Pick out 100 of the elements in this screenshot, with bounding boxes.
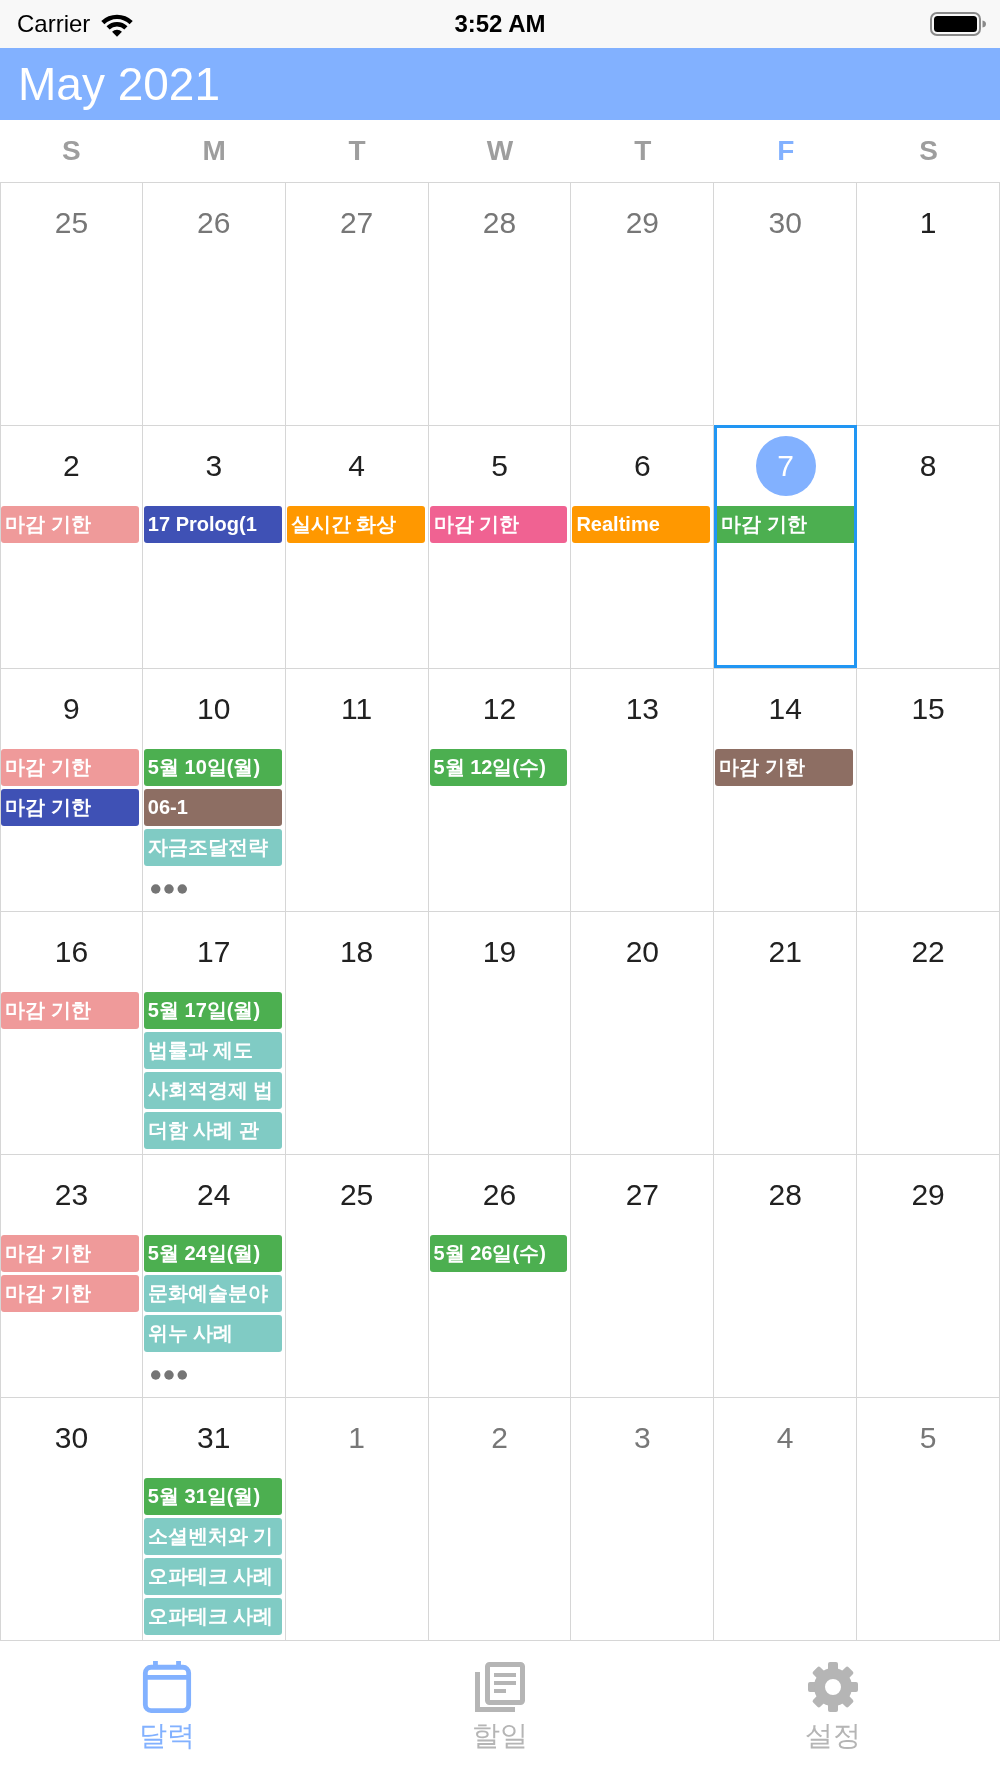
carrier-name: Carrier bbox=[17, 10, 91, 38]
weekday-label: S bbox=[62, 137, 81, 165]
day-cell[interactable]: 22 bbox=[857, 911, 1000, 1154]
day-number: 14 bbox=[767, 691, 803, 727]
day-cell[interactable]: 17 5월 17일(월) 법률과 제도 사회적경제 법 더함 사례 관 bbox=[142, 911, 286, 1154]
day-number: 25 bbox=[338, 1177, 375, 1213]
day-cell[interactable]: 11 bbox=[285, 668, 429, 911]
event-bar[interactable]: 5월 17일(월) bbox=[143, 992, 282, 1029]
day-cell[interactable]: 3 bbox=[571, 1397, 715, 1640]
day-number: 3 bbox=[633, 1420, 652, 1456]
weekday-label: T bbox=[348, 137, 366, 165]
ellipsis-icon[interactable] bbox=[150, 884, 187, 894]
day-cell[interactable]: 8 bbox=[857, 425, 1000, 668]
day-cell[interactable]: 30 bbox=[0, 1397, 143, 1640]
day-number: 24 bbox=[196, 1177, 232, 1213]
day-cell[interactable]: 28 bbox=[714, 1154, 858, 1397]
day-cell[interactable]: 13 bbox=[571, 668, 715, 911]
day-cell[interactable]: 3 17 Prolog(1 bbox=[142, 425, 286, 668]
day-number: 13 bbox=[624, 691, 661, 727]
day-number: 27 bbox=[338, 205, 375, 241]
day-cell[interactable]: 20 bbox=[571, 911, 715, 1154]
day-number: 25 bbox=[53, 205, 90, 241]
day-cell[interactable]: 18 bbox=[285, 911, 429, 1154]
day-number: 8 bbox=[918, 448, 938, 484]
day-number: 27 bbox=[624, 1177, 661, 1213]
status-time: 3:52 AM bbox=[454, 10, 546, 38]
day-number: 29 bbox=[910, 1177, 946, 1213]
day-cell[interactable]: 10 5월 10일(월) 06-1 자금조달전략 bbox=[142, 668, 286, 911]
day-number: 7 bbox=[755, 436, 816, 496]
day-cell[interactable]: 14 마감 기한 bbox=[714, 668, 858, 911]
day-number: 22 bbox=[910, 934, 946, 970]
event-bar[interactable]: 06-1 bbox=[143, 789, 282, 826]
day-number: 15 bbox=[910, 691, 946, 727]
day-number: 26 bbox=[481, 1177, 518, 1213]
day-number: 4 bbox=[347, 448, 366, 484]
event-bar[interactable]: 5월 12일(수) bbox=[429, 749, 568, 786]
battery-icon bbox=[930, 12, 986, 36]
day-number: 1 bbox=[347, 1420, 366, 1456]
day-number: 19 bbox=[481, 934, 518, 970]
day-cell[interactable]: 29 bbox=[571, 182, 715, 425]
day-cell[interactable]: 15 bbox=[857, 668, 1000, 911]
ellipsis-icon[interactable] bbox=[150, 1370, 187, 1380]
day-number: 20 bbox=[624, 934, 661, 970]
day-cell[interactable]: 27 bbox=[285, 182, 429, 425]
day-number: 28 bbox=[767, 1177, 803, 1213]
day-cell[interactable]: 5 마감 기한 bbox=[428, 425, 572, 668]
settings-gear-icon bbox=[808, 1661, 859, 1713]
day-number: 29 bbox=[624, 205, 661, 241]
weekday-label: F bbox=[777, 137, 795, 165]
day-number: 5 bbox=[490, 448, 509, 484]
event-bar[interactable]: 5월 10일(월) bbox=[143, 749, 282, 786]
day-number: 26 bbox=[196, 205, 232, 241]
event-bar[interactable]: 5월 26일(수) bbox=[429, 1235, 568, 1272]
day-number: 2 bbox=[62, 448, 81, 484]
day-cell[interactable]: 1 bbox=[285, 1397, 429, 1640]
day-cell[interactable]: 2 bbox=[428, 1397, 572, 1640]
day-cell[interactable]: 26 bbox=[142, 182, 286, 425]
event-bar[interactable]: 5월 24일(월) bbox=[143, 1235, 282, 1272]
day-number: 11 bbox=[340, 691, 374, 727]
day-cell[interactable]: 16 마감 기한 bbox=[0, 911, 143, 1154]
day-cell[interactable]: 2 마감 기한 bbox=[0, 425, 143, 668]
day-cell[interactable]: 25 bbox=[0, 182, 143, 425]
event-bar[interactable]: 마감 기한 bbox=[429, 506, 568, 543]
day-number: 21 bbox=[767, 934, 803, 970]
weekday-label: S bbox=[919, 137, 938, 165]
day-number: 2 bbox=[490, 1420, 509, 1456]
day-cell[interactable]: 29 bbox=[857, 1154, 1000, 1397]
day-cell[interactable]: 30 bbox=[714, 182, 858, 425]
day-number: 6 bbox=[633, 448, 652, 484]
day-number: 12 bbox=[481, 691, 518, 727]
day-number: 3 bbox=[204, 448, 224, 484]
event-bar[interactable]: 17 Prolog(1 bbox=[143, 506, 282, 543]
day-cell[interactable]: 4 실시간 화상 bbox=[285, 425, 429, 668]
document-stack-icon bbox=[475, 1661, 525, 1713]
day-cell[interactable]: 25 bbox=[285, 1154, 429, 1397]
day-cell[interactable]: 4 bbox=[714, 1397, 858, 1640]
day-cell[interactable]: 9 마감 기한 마감 기한 bbox=[0, 668, 143, 911]
day-cell[interactable]: 24 5월 24일(월) 문화예술분야 위누 사례 bbox=[142, 1154, 286, 1397]
day-number: 5 bbox=[918, 1420, 938, 1456]
day-cell[interactable]: 19 bbox=[428, 911, 572, 1154]
day-number: 9 bbox=[62, 691, 81, 727]
day-cell[interactable]: 6 Realtime bbox=[571, 425, 715, 668]
day-cell[interactable]: 28 bbox=[428, 182, 572, 425]
day-cell[interactable]: 5 bbox=[857, 1397, 1000, 1640]
event-bar[interactable]: 마감 기한 bbox=[717, 506, 855, 543]
day-cell[interactable]: 21 bbox=[714, 911, 858, 1154]
day-cell[interactable]: 27 bbox=[571, 1154, 715, 1397]
day-cell[interactable]: 1 bbox=[857, 182, 1000, 425]
event-bar[interactable]: 마감 기한 bbox=[1, 789, 139, 826]
event-bar[interactable]: 마감 기한 bbox=[715, 749, 854, 786]
day-cell[interactable]: 12 5월 12일(수) bbox=[428, 668, 572, 911]
day-cell[interactable]: 31 5월 31일(월) 소셜벤처와 기 오파테크 사례 오파테크 사례 bbox=[142, 1397, 286, 1640]
event-bar[interactable]: 5월 31일(월) bbox=[143, 1478, 282, 1515]
calendar-icon bbox=[141, 1661, 192, 1713]
weekday-label: M bbox=[202, 137, 226, 165]
day-cell[interactable]: 26 5월 26일(수) bbox=[428, 1154, 572, 1397]
weekday-label: T bbox=[634, 137, 652, 165]
day-number: 18 bbox=[338, 934, 375, 970]
day-cell[interactable]: 7 마감 기한 bbox=[714, 425, 858, 668]
day-number: 16 bbox=[53, 934, 90, 970]
